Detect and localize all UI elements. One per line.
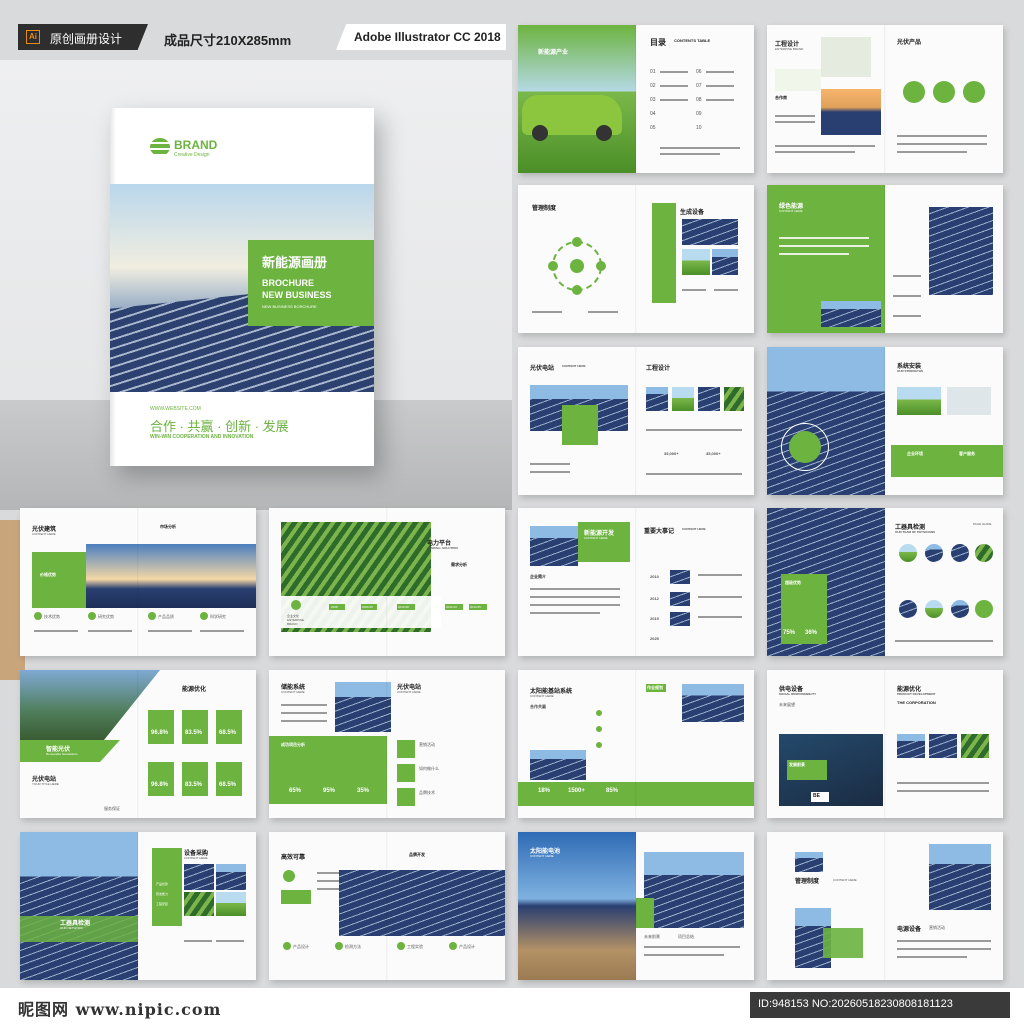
spread-management: 管理制度 生成设备 xyxy=(518,185,754,333)
cover-slogan: 合作 · 共赢 · 创新 · 发展 xyxy=(150,419,289,434)
spread-contents: 新能源产业 目录 CONTENTS TABLE 01 02 03 04 05 0… xyxy=(518,25,754,173)
heading-production-equipment: 生成设备 xyxy=(680,210,705,216)
trophy-label: 服务保证 xyxy=(104,806,120,811)
spread-system-install: 系统安装 OUR STRENGTHS 企业环境 客户服务 xyxy=(767,347,1003,495)
photo-house xyxy=(20,670,160,740)
cover-title-en-2: NEW BUSINESS xyxy=(262,290,332,300)
heading-engineering-design-2: 工程设计 xyxy=(646,366,671,372)
photo-sunset-panels xyxy=(821,89,881,135)
header-bar: 原创画册设计 Ai 成品尺寸210X285mm Adobe Illustrato… xyxy=(0,22,512,50)
heading-pv-products: 光伏产品 xyxy=(897,40,922,46)
watermark-site: 昵图网 www.nipic.com xyxy=(18,1000,222,1019)
tag-original-design-label: 原创画册设计 xyxy=(50,32,123,46)
spread-milestones: 新能源开发 CONTENT HERE 企业简介 重要大事记 CONTENT HE… xyxy=(518,508,754,656)
spread-power-supply: 供电设备 SOCIAL RESPONSIBILITY 未来展望 发展前景 BE … xyxy=(767,670,1003,818)
tag-size: 成品尺寸210X285mm xyxy=(164,33,292,48)
label-new-energy: 新能源产业 xyxy=(538,50,569,56)
spread-pv-station: 光伏电站 CONTENT HERE 工程设计 35,000+ 35,000+ xyxy=(518,347,754,495)
spread-power-platform: 电力平台 OVERALL SOLUTION 需求分析 企业文化 ENTERPIS… xyxy=(269,508,505,656)
spread-pv-building: 光伏建筑 CONTENT HERE 价格优势 市场分析 技术优势 研究优势 产品… xyxy=(20,508,256,656)
toc-title: 目录 xyxy=(650,38,666,47)
cover-title-box: 新能源画册 BROCHURE NEW BUSINESS NEW BUSINESS… xyxy=(248,240,374,326)
photo-wind-turbines xyxy=(86,544,256,608)
watermark-footer: 昵图网 www.nipic.com ID:948153 NO:202605182… xyxy=(0,988,1024,1024)
cover-title-cn: 新能源画册 xyxy=(262,255,328,270)
watermark-id: ID:948153 NO:20260518230808181123 xyxy=(750,992,1010,1018)
brochure-cover: BRAND Creative Design 新能源画册 BROCHURE NEW… xyxy=(110,108,374,466)
photo-panel-wide xyxy=(339,870,505,936)
heading-reliability: 高效可靠 xyxy=(281,855,306,861)
spread-procurement: 工器具检测 OUR NETWORK 产品优势 研发能力 工程安装 设备采购 CO… xyxy=(20,832,256,980)
spread-storage: 储能系统 CONTENT HERE 成功项目分析 65% 95% 35% 光伏电… xyxy=(269,670,505,818)
cover-title-en-1: BROCHURE xyxy=(262,278,315,288)
spread-reliability: 高效可靠 品牌开发 产品设计 检测方法 工程实验 产品设计 xyxy=(269,832,505,980)
spread-green-energy: 绿色能源 CONTENT HERE xyxy=(767,185,1003,333)
tag-software: Adobe Illustrator CC 2018 xyxy=(336,24,506,50)
cover-slogan-en: WIN-WIN COOPERATION AND INNOVATION xyxy=(150,434,254,440)
heading-management-2: 管理制度 xyxy=(795,879,820,885)
heading-management: 管理制度 xyxy=(532,206,557,212)
illustrator-icon: Ai xyxy=(26,30,40,44)
heading-milestones: 重要大事记 xyxy=(644,529,675,535)
spread-power-equipment: 管理制度 CONTENT HERE 电源设备 营销活动 xyxy=(767,832,1003,980)
brand-tagline: Creative Design xyxy=(174,152,210,158)
spread-base-station: 太阳能基站系统 CONTENT HERE 合作共赢 18% 1500+ 85% … xyxy=(518,670,754,818)
toc-title-en: CONTENTS TABLE xyxy=(674,38,711,43)
cover-title-en-sub: NEW BUSINESS BORCHURE xyxy=(262,304,317,309)
heading-energy-optimization: 能源优化 xyxy=(182,687,207,693)
brand-name: BRAND xyxy=(174,138,218,152)
spread-tool-testing: 超级优势 75% 36% 工器具检测 OUR TEAM OF PHYSICIAN… xyxy=(767,508,1003,656)
photo-tower xyxy=(929,844,991,910)
photo-panel-closeup xyxy=(929,207,993,295)
spread-solar-cells: 太阳能电池 CONTENT HERE 未来前景 项目总结 xyxy=(518,832,754,980)
brand-logo-icon xyxy=(150,138,170,156)
heading-pv-station: 光伏电站 xyxy=(530,366,555,372)
spread-energy-optimization: 智能光伏 Renewable Newsletters 光伏电站 YOUR TIT… xyxy=(20,670,256,818)
spread-engineering: 工程设计 ENTERPISE BRAND 合作商 光伏产品 xyxy=(767,25,1003,173)
cover-website: WWW.WEBSITE.COM xyxy=(150,406,201,412)
tag-software-label: Adobe Illustrator CC 2018 xyxy=(354,30,501,44)
